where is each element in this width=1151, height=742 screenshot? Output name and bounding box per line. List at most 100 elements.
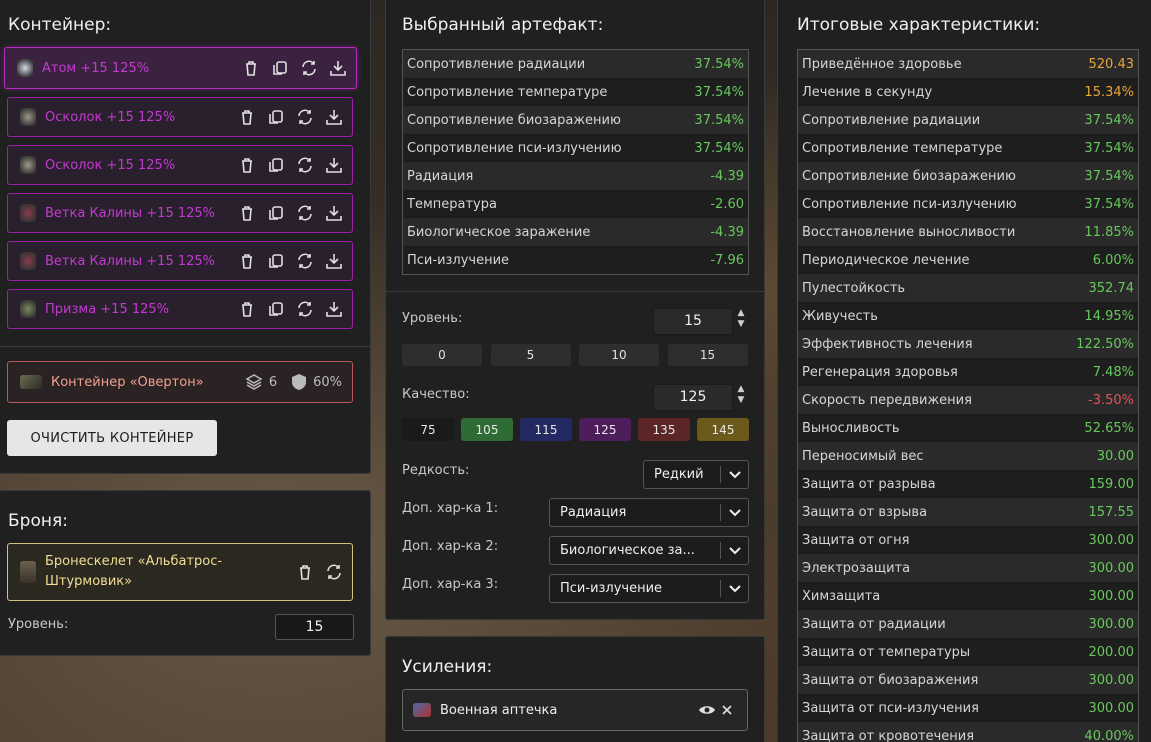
container-item-icon (20, 375, 42, 389)
container-item[interactable]: Контейнер «Овертон» 6 60% (7, 361, 353, 403)
quality-stepper[interactable]: ▲ ▼ (735, 384, 747, 406)
level-stepper[interactable]: ▲ ▼ (735, 308, 747, 330)
copy-icon[interactable] (266, 251, 286, 271)
shield-icon (292, 374, 307, 390)
download-icon[interactable] (324, 299, 344, 319)
stat-row: Живучесть 14.95% (798, 302, 1138, 330)
stat-label: Электрозащита (802, 560, 911, 576)
trash-icon[interactable] (295, 562, 315, 582)
stat-label: Защита от кровотечения (802, 728, 975, 742)
stat-row: Защита от радиации 300.00 (798, 610, 1138, 638)
extra2-label: Доп. хар-ка 2: (402, 539, 499, 554)
armor-panel: Броня: Бронескелет «Альбатрос-Штурмовик»… (0, 490, 371, 656)
chevron-down-icon (720, 504, 748, 521)
stat-label: Сопротивление температуре (407, 84, 608, 100)
stat-row: Химзащита 300.00 (798, 582, 1138, 610)
artifact-slot[interactable]: Осколок +15 125% (7, 97, 353, 137)
stat-value: 15.34% (1084, 84, 1134, 100)
selected-stats-table: Сопротивление радиации 37.54% Сопротивлен… (402, 49, 749, 275)
swap-icon[interactable] (295, 107, 315, 127)
stat-label: Химзащита (802, 588, 881, 604)
trash-icon[interactable] (237, 203, 257, 223)
boost-item[interactable]: Военная аптечка (402, 689, 748, 731)
container-item-name: Контейнер «Овертон» (51, 374, 204, 390)
download-icon[interactable] (324, 107, 344, 127)
extra1-value: Радиация (560, 505, 627, 520)
download-icon[interactable] (328, 58, 348, 78)
stat-row: Защита от пси-излучения 300.00 (798, 694, 1138, 722)
quality-preset-button[interactable]: 115 (520, 418, 572, 441)
stat-label: Защита от огня (802, 532, 910, 548)
copy-icon[interactable] (266, 155, 286, 175)
stat-label: Периодическое лечение (802, 252, 970, 268)
copy-icon[interactable] (266, 203, 286, 223)
artifact-slot[interactable]: Ветка Калины +15 125% (7, 241, 353, 281)
armor-icon (20, 561, 36, 583)
stat-row: Защита от огня 300.00 (798, 526, 1138, 554)
close-icon[interactable] (717, 700, 737, 720)
swap-icon[interactable] (299, 58, 319, 78)
copy-icon[interactable] (270, 58, 290, 78)
artifact-slot[interactable]: Призма +15 125% (7, 289, 353, 329)
download-icon[interactable] (324, 203, 344, 223)
stat-label: Радиация (407, 168, 474, 184)
swap-icon[interactable] (295, 251, 315, 271)
rarity-select[interactable]: Редкий (643, 460, 749, 489)
clear-container-button[interactable]: ОЧИСТИТЬ КОНТЕЙНЕР (7, 420, 217, 456)
extra1-select[interactable]: Радиация (549, 498, 749, 527)
swap-icon[interactable] (295, 203, 315, 223)
level-preset-button[interactable]: 10 (579, 344, 659, 366)
eye-icon[interactable] (697, 700, 717, 720)
trash-icon[interactable] (241, 58, 261, 78)
trash-icon[interactable] (237, 107, 257, 127)
artifact-slot[interactable]: Ветка Калины +15 125% (7, 193, 353, 233)
artifact-slot[interactable]: Осколок +15 125% (7, 145, 353, 185)
selected-artifact-panel: Выбранный артефакт: Сопротивление радиац… (385, 0, 766, 620)
level-preset-button[interactable]: 0 (402, 344, 482, 366)
stat-row: Защита от разрыва 159.00 (798, 470, 1138, 498)
quality-preset-button[interactable]: 75 (402, 418, 454, 441)
layers-icon (245, 374, 263, 390)
stat-label: Пси-излучение (407, 252, 510, 268)
stat-label: Живучесть (802, 308, 878, 324)
trash-icon[interactable] (237, 299, 257, 319)
level-preset-button[interactable]: 15 (667, 344, 748, 366)
selected-title: Выбранный артефакт: (402, 15, 604, 35)
quality-preset-button[interactable]: 105 (461, 418, 513, 441)
stat-value: 352.74 (1088, 280, 1135, 296)
extra2-select[interactable]: Биологическое за... (549, 536, 749, 565)
trash-icon[interactable] (237, 251, 257, 271)
swap-icon[interactable] (295, 299, 315, 319)
download-icon[interactable] (324, 155, 344, 175)
boost-name: Военная аптечка (440, 702, 558, 718)
stat-row: Сопротивление температуре 37.54% (403, 78, 748, 106)
stat-label: Регенерация здоровья (802, 364, 958, 380)
stat-label: Биологическое заражение (407, 224, 591, 240)
stat-row: Скорость передвижения -3.50% (798, 386, 1138, 414)
chevron-down-icon (720, 580, 748, 597)
level-input[interactable]: 15 (653, 308, 733, 335)
extra3-select[interactable]: Пси-излучение (549, 574, 749, 603)
swap-icon[interactable] (295, 155, 315, 175)
download-icon[interactable] (324, 251, 344, 271)
stat-row: Регенерация здоровья 7.48% (798, 358, 1138, 386)
quality-preset-button[interactable]: 125 (579, 418, 631, 441)
quality-input[interactable]: 125 (653, 384, 733, 411)
swap-icon[interactable] (324, 562, 344, 582)
trash-icon[interactable] (237, 155, 257, 175)
artifact-slot[interactable]: Атом +15 125% (4, 47, 357, 89)
copy-icon[interactable] (266, 107, 286, 127)
stat-label: Температура (407, 196, 497, 212)
stat-label: Переносимый вес (802, 448, 924, 464)
armor-item[interactable]: Бронескелет «Альбатрос-Штурмовик» (7, 543, 353, 601)
stat-value: 200.00 (1088, 644, 1135, 660)
stat-row: Сопротивление биозаражению 37.54% (403, 106, 748, 134)
armor-level-input[interactable]: 15 (275, 614, 354, 640)
artifact-name: Ветка Калины +15 125% (45, 205, 216, 221)
quality-preset-button[interactable]: 135 (638, 418, 690, 441)
copy-icon[interactable] (266, 299, 286, 319)
stat-row: Защита от кровотечения 40.00% (798, 722, 1138, 742)
quality-preset-button[interactable]: 145 (697, 418, 749, 441)
level-preset-button[interactable]: 5 (490, 344, 571, 366)
stat-value: 7.48% (1092, 364, 1134, 380)
